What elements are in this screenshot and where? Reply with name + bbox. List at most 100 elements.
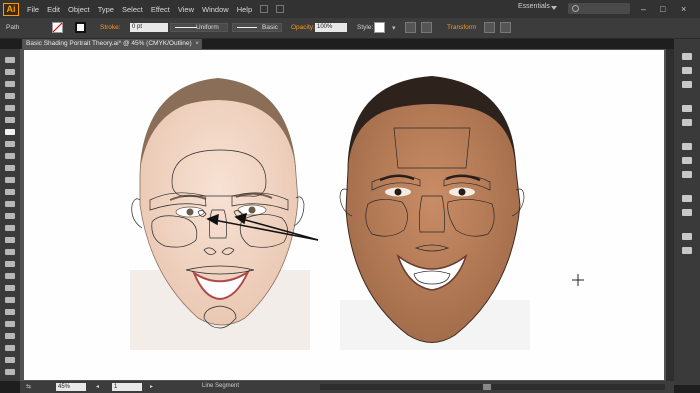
column-graph-tool-icon[interactable]	[5, 321, 15, 327]
graphic-styles-panel-icon[interactable]	[682, 209, 692, 216]
tools-panel	[0, 49, 20, 381]
fill-swatch[interactable]	[52, 22, 63, 33]
menu-view[interactable]: View	[178, 5, 194, 14]
stroke-weight-field[interactable]: 0 pt	[130, 23, 168, 32]
paintbrush-tool-icon[interactable]	[5, 153, 15, 159]
appearance-panel-icon[interactable]	[682, 195, 692, 202]
zoom-tool-icon[interactable]	[5, 369, 15, 375]
stroke-panel-icon[interactable]	[682, 143, 692, 150]
male-portrait	[339, 76, 530, 350]
menu-effect[interactable]: Effect	[151, 5, 170, 14]
blend-tool-icon[interactable]	[5, 297, 15, 303]
workspace-switcher[interactable]: Essentials	[518, 3, 550, 10]
arrange-documents-icon[interactable]	[276, 5, 285, 13]
slice-tool-icon[interactable]	[5, 345, 15, 351]
menu-window[interactable]: Window	[202, 5, 229, 14]
scrollbar-thumb[interactable]	[483, 384, 491, 390]
iris-right-2	[458, 188, 466, 196]
free-transform-tool-icon[interactable]	[5, 225, 15, 231]
eyedropper-tool-icon[interactable]	[5, 285, 15, 291]
iris-left-1	[186, 208, 194, 216]
eraser-tool-icon[interactable]	[5, 177, 15, 183]
selection-tool-icon[interactable]	[5, 57, 15, 63]
iris-left-2	[248, 206, 256, 214]
status-bar: ⇆ 45% ◂ 1 ▸ Line Segment	[20, 381, 674, 393]
gradient-tool-icon[interactable]	[5, 273, 15, 279]
crosshair-cursor-icon	[572, 274, 584, 286]
minimize-button[interactable]: –	[641, 4, 646, 14]
mesh-tool-icon[interactable]	[5, 261, 15, 267]
iris-right-1	[394, 188, 402, 196]
artboards-panel-icon[interactable]	[682, 247, 692, 254]
selection-type-label: Path	[6, 24, 20, 31]
shape-builder-tool-icon[interactable]	[5, 237, 15, 243]
panel-menu-icon[interactable]	[500, 22, 511, 33]
zoom-field[interactable]: 45%	[56, 383, 86, 391]
type-tool-icon[interactable]	[5, 117, 15, 123]
layers-panel-icon[interactable]	[682, 233, 692, 240]
profile-line-icon	[175, 27, 197, 28]
menu-object[interactable]: Object	[68, 5, 90, 14]
bridge-icon[interactable]	[260, 5, 269, 13]
width-tool-icon[interactable]	[5, 213, 15, 219]
menu-select[interactable]: Select	[122, 5, 143, 14]
direct-selection-tool-icon[interactable]	[5, 69, 15, 75]
artboard-nav-icon[interactable]: ⇆	[26, 383, 31, 390]
menu-edit[interactable]: Edit	[47, 5, 60, 14]
color-guide-panel-icon[interactable]	[682, 67, 692, 74]
opacity-field[interactable]: 100%	[315, 23, 347, 32]
menu-type[interactable]: Type	[98, 5, 114, 14]
symbol-sprayer-tool-icon[interactable]	[5, 309, 15, 315]
horizontal-scrollbar[interactable]	[320, 384, 665, 390]
transform-link[interactable]: Transform	[447, 24, 476, 31]
line-segment-tool-icon[interactable]	[5, 129, 15, 135]
hand-tool-icon[interactable]	[5, 357, 15, 363]
artboard[interactable]	[24, 50, 664, 380]
artwork	[130, 76, 584, 350]
search-icon	[572, 5, 579, 12]
lasso-tool-icon[interactable]	[5, 93, 15, 99]
menu-help[interactable]: Help	[237, 5, 252, 14]
previous-artboard-icon[interactable]: ◂	[96, 383, 99, 390]
menu-file[interactable]: File	[27, 5, 39, 14]
document-setup-icon[interactable]	[405, 22, 416, 33]
brush-label: Basic	[262, 24, 278, 31]
scale-tool-icon[interactable]	[5, 201, 15, 207]
app-logo: Ai	[3, 2, 19, 16]
rectangle-tool-icon[interactable]	[5, 141, 15, 147]
maximize-button[interactable]: □	[660, 4, 665, 14]
close-icon[interactable]: ×	[195, 39, 199, 49]
current-tool-status[interactable]: Line Segment	[202, 383, 239, 389]
opacity-label[interactable]: Opacity:	[291, 24, 315, 31]
align-icon[interactable]	[484, 22, 495, 33]
style-label: Style:	[357, 24, 374, 31]
next-artboard-icon[interactable]: ▸	[150, 383, 153, 390]
vertical-scrollbar[interactable]	[666, 49, 674, 381]
chevron-down-icon[interactable]	[551, 6, 557, 10]
gradient-panel-icon[interactable]	[682, 157, 692, 164]
document-tab[interactable]: Basic Shading Portrait Theory.ai* @ 45% …	[22, 39, 202, 49]
pen-tool-icon[interactable]	[5, 105, 15, 111]
brushes-panel-icon[interactable]	[682, 105, 692, 112]
preferences-icon[interactable]	[421, 22, 432, 33]
rotate-tool-icon[interactable]	[5, 189, 15, 195]
pencil-tool-icon[interactable]	[5, 165, 15, 171]
document-title: Basic Shading Portrait Theory.ai* @ 45% …	[26, 40, 192, 47]
artboard-tool-icon[interactable]	[5, 333, 15, 339]
control-bar: Path Stroke: 0 pt Uniform Basic Opacity:…	[0, 18, 700, 39]
style-chevron-icon[interactable]: ▾	[392, 24, 396, 32]
symbols-panel-icon[interactable]	[682, 119, 692, 126]
stroke-label[interactable]: Stroke:	[100, 24, 121, 31]
perspective-grid-tool-icon[interactable]	[5, 249, 15, 255]
swatches-panel-icon[interactable]	[682, 81, 692, 88]
female-portrait	[130, 78, 319, 350]
magic-wand-tool-icon[interactable]	[5, 81, 15, 87]
brush-line-icon	[237, 27, 257, 28]
stroke-swatch[interactable]	[75, 22, 86, 33]
artboard-number-field[interactable]: 1	[112, 383, 142, 391]
transparency-panel-icon[interactable]	[682, 171, 692, 178]
color-panel-icon[interactable]	[682, 53, 692, 60]
graphic-style-swatch[interactable]	[374, 22, 385, 33]
close-button[interactable]: ×	[681, 4, 686, 14]
panel-dock	[674, 39, 700, 385]
